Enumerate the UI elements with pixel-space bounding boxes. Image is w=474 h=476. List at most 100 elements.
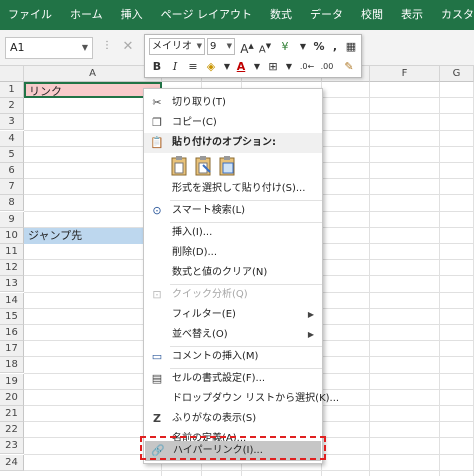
paste-formulas-icon[interactable] <box>194 155 214 177</box>
gridline <box>24 470 474 471</box>
row-header-18[interactable]: 18 <box>0 357 24 373</box>
quick-analysis-icon: ⊡ <box>152 288 162 301</box>
scissors-icon: ✂ <box>152 96 162 109</box>
menu-item-clear-contents[interactable]: 数式と値のクリア(N) <box>144 263 322 283</box>
tab-review[interactable]: 校閲 <box>352 0 392 30</box>
font-color-icon[interactable]: A <box>233 58 249 75</box>
menu-item-copy[interactable]: ❐ コピー(C) <box>144 113 322 133</box>
comment-icon: ▭ <box>151 350 163 363</box>
menu-label: 削除(D)... <box>172 247 218 258</box>
menu-item-insert[interactable]: 挿入(I)... <box>144 223 322 243</box>
cell-a10[interactable]: ジャンプ先 <box>24 228 162 244</box>
menu-item-filter[interactable]: フィルター(E) ▶ <box>144 305 322 325</box>
increase-font-icon[interactable]: A▲ <box>239 38 255 56</box>
percent-icon[interactable]: % <box>311 38 327 55</box>
drag-handle-icon[interactable]: ⋮ <box>102 40 113 51</box>
menu-item-paste-special[interactable]: 形式を選択して貼り付け(S)... <box>144 179 322 199</box>
row-header-3[interactable]: 3 <box>0 114 24 130</box>
menu-label: 数式と値のクリア(N) <box>172 267 268 278</box>
column-header-a[interactable]: A <box>24 66 162 82</box>
row-header-13[interactable]: 13 <box>0 276 24 292</box>
menu-item-delete[interactable]: 削除(D)... <box>144 243 322 263</box>
row-header-23[interactable]: 23 <box>0 438 24 454</box>
menu-item-pick-from-list[interactable]: ドロップダウン リストから選択(K)... <box>144 389 339 409</box>
paste-picture-icon[interactable] <box>218 155 238 177</box>
chevron-down-icon[interactable]: ▼ <box>249 58 265 75</box>
menu-label: 形式を選択して貼り付け(S)... <box>172 183 306 194</box>
row-header-12[interactable]: 12 <box>0 260 24 276</box>
tab-custom[interactable]: カスタム <box>432 0 474 30</box>
bold-icon[interactable]: B <box>149 58 165 75</box>
row-header-20[interactable]: 20 <box>0 390 24 406</box>
menu-label: フィルター(E) <box>172 309 236 320</box>
decrease-font-icon[interactable]: A▼ <box>257 38 273 55</box>
menu-item-format-cells[interactable]: ▤ セルの書式設定(F)... <box>144 369 322 389</box>
row-header-10[interactable]: 10 <box>0 228 24 244</box>
menu-item-quick-analysis: ⊡ クイック分析(Q) <box>144 285 322 305</box>
row-header-8[interactable]: 8 <box>0 195 24 211</box>
column-header-f[interactable]: F <box>370 66 440 82</box>
row-header-21[interactable]: 21 <box>0 406 24 422</box>
table-format-icon[interactable]: ▦ <box>343 38 359 55</box>
row-header-5[interactable]: 5 <box>0 147 24 163</box>
comma-style-icon[interactable]: , <box>327 38 343 55</box>
row-header-1[interactable]: 1 <box>0 82 24 98</box>
chevron-down-icon[interactable]: ▼ <box>197 39 202 54</box>
tab-view[interactable]: 表示 <box>392 0 432 30</box>
name-box-value: A1 <box>10 41 25 54</box>
menu-label: ドロップダウン リストから選択(K)... <box>172 393 340 404</box>
menu-item-insert-comment[interactable]: ▭ コメントの挿入(M) <box>144 347 322 367</box>
font-size-box[interactable]: 9 ▼ <box>207 38 235 55</box>
row-header-2[interactable]: 2 <box>0 98 24 114</box>
menu-header-paste-options: 📋 貼り付けのオプション: <box>144 133 322 153</box>
row-header-6[interactable]: 6 <box>0 163 24 179</box>
row-header-19[interactable]: 19 <box>0 374 24 390</box>
chevron-right-icon: ▶ <box>307 330 314 339</box>
format-cells-icon: ▤ <box>151 372 163 385</box>
menu-label: 切り取り(T) <box>172 97 226 108</box>
row-header-16[interactable]: 16 <box>0 325 24 341</box>
tab-page-layout[interactable]: ページ レイアウト <box>152 0 261 30</box>
font-name-box[interactable]: メイリオ ▼ <box>149 38 205 55</box>
row-header-17[interactable]: 17 <box>0 341 24 357</box>
font-size-value: 9 <box>210 41 217 52</box>
row-header-22[interactable]: 22 <box>0 422 24 438</box>
chevron-down-icon[interactable]: ▼ <box>82 38 88 58</box>
borders-icon[interactable]: ⊞ <box>265 58 281 75</box>
row-header-24[interactable]: 24 <box>0 455 24 471</box>
menu-item-cut[interactable]: ✂ 切り取り(T) <box>144 93 322 113</box>
decrease-decimal-icon[interactable]: .0← <box>299 58 315 75</box>
row-header-4[interactable]: 4 <box>0 131 24 147</box>
row-header-7[interactable]: 7 <box>0 179 24 195</box>
italic-icon[interactable]: I <box>167 58 183 75</box>
row-header-15[interactable]: 15 <box>0 309 24 325</box>
chevron-down-icon[interactable]: ▼ <box>295 38 311 55</box>
select-all-corner[interactable] <box>0 66 24 82</box>
cell-a1[interactable]: リンク <box>24 82 162 98</box>
tab-file[interactable]: ファイル <box>0 0 61 30</box>
menu-label: コメントの挿入(M) <box>172 351 259 362</box>
format-painter-icon[interactable]: ✎ <box>341 58 357 75</box>
accounting-format-icon[interactable]: ¥ <box>277 38 293 55</box>
increase-decimal-icon[interactable]: .00 <box>319 58 335 75</box>
gridline <box>369 82 370 476</box>
fill-color-icon[interactable]: ◈ <box>203 58 219 75</box>
tab-insert[interactable]: 挿入 <box>112 0 152 30</box>
align-center-icon[interactable]: ≡ <box>185 58 201 75</box>
column-header-g[interactable]: G <box>440 66 474 82</box>
row-header-14[interactable]: 14 <box>0 293 24 309</box>
menu-label: 並べ替え(O) <box>172 329 228 340</box>
tab-home[interactable]: ホーム <box>61 0 112 30</box>
row-header-9[interactable]: 9 <box>0 212 24 228</box>
menu-item-sort[interactable]: 並べ替え(O) ▶ <box>144 325 322 345</box>
chevron-down-icon[interactable]: ▼ <box>227 39 232 54</box>
paste-icon[interactable] <box>170 155 190 177</box>
tab-formulas[interactable]: 数式 <box>261 0 301 30</box>
chevron-down-icon[interactable]: ▼ <box>281 58 297 75</box>
row-header-11[interactable]: 11 <box>0 244 24 260</box>
name-box[interactable]: A1 ▼ <box>5 37 93 59</box>
menu-item-show-phonetic[interactable]: Z ふりがなの表示(S) <box>144 409 322 429</box>
tab-data[interactable]: データ <box>301 0 352 30</box>
menu-item-smart-lookup[interactable]: ⊙ スマート検索(L) <box>144 201 322 221</box>
cancel-icon[interactable]: ✕ <box>120 39 136 55</box>
